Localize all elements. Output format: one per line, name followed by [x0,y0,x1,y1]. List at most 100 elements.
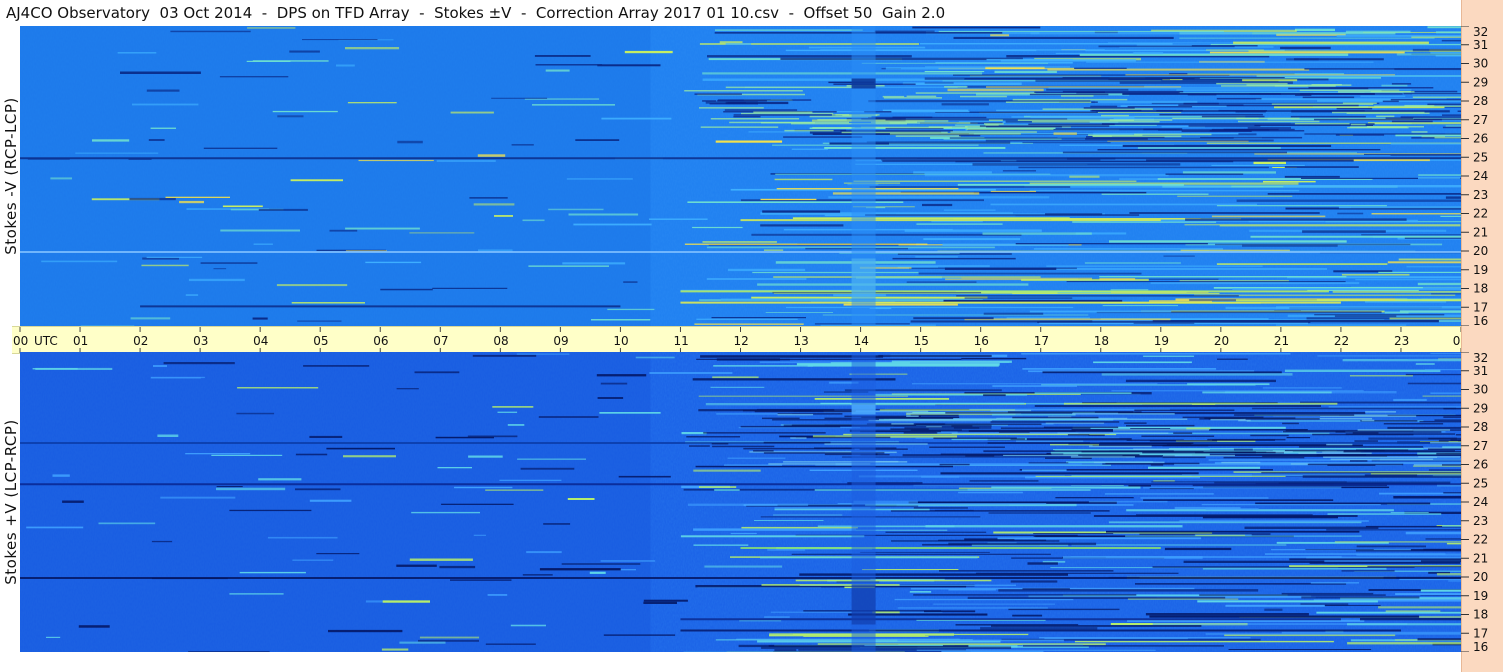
emission-streak [1097,149,1381,151]
emission-streak [916,223,1003,225]
emission-streak [1300,93,1403,95]
emission-streak [526,551,562,554]
emission-streak [1090,105,1118,108]
emission-streak [1136,514,1313,517]
emission-band [20,251,1461,253]
emission-streak [1418,176,1461,179]
emission-streak [1337,212,1364,215]
emission-streak [1282,75,1461,77]
emission-streak [1378,606,1461,609]
emission-streak [1071,544,1287,546]
emission-streak [1434,419,1461,421]
emission-streak [1165,173,1244,175]
emission-streak [1126,509,1394,512]
emission-streak [792,633,1029,636]
top-frequency-ticks: 1617 18 19 20 21 22 23 24 25 26 27 28 29 30 3132 [1461,25,1488,328]
bottom-frequency-ticks: 1617 18 19 20 21 22 23 24 25 26 27 28 29 30 3132 [1461,351,1488,654]
emission-streak [1184,224,1220,226]
emission-streak [1336,35,1461,37]
emission-streak [1008,608,1120,611]
emission-streak [1085,138,1148,140]
emission-streak [1101,373,1293,376]
frequency-tick-label: 21 [1473,225,1488,239]
emission-streak [774,178,833,181]
emission-streak [1413,118,1461,120]
emission-streak [1387,261,1461,264]
emission-streak [1062,151,1287,154]
emission-streak [649,372,733,374]
emission-streak [958,491,1023,494]
emission-streak [1350,123,1366,126]
emission-streak [1390,142,1461,145]
time-tick-label: 05 [313,334,328,348]
emission-streak [862,569,959,571]
emission-streak [1421,560,1461,563]
emission-streak [1427,26,1461,29]
emission-streak [600,560,656,562]
emission-streak [1126,424,1195,427]
emission-streak [1028,123,1115,126]
emission-streak [358,159,434,162]
emission-streak [716,358,780,361]
emission-streak [953,36,1174,39]
emission-streak [1148,466,1261,469]
emission-streak [1391,83,1412,85]
emission-streak [450,579,512,581]
emission-streak [1063,402,1338,405]
emission-streak [437,467,472,469]
emission-streak [607,308,655,311]
emission-streak [956,295,1239,297]
emission-streak [696,318,798,320]
night-region [20,352,651,652]
emission-streak [994,70,1057,73]
emission-streak [1312,433,1414,436]
emission-streak [1133,322,1195,324]
emission-streak [1012,416,1099,419]
emission-streak [1134,133,1212,136]
bottom-panel-y-label: Stokes +V (LCP-RCP) [0,352,22,652]
time-tick-label: 14 [854,334,869,348]
emission-streak [303,365,370,367]
emission-streak [824,147,1006,149]
emission-streak [681,432,707,435]
emission-streak [1141,435,1215,437]
emission-streak [380,288,433,291]
emission-streak [1428,437,1461,440]
emission-streak [494,215,513,217]
emission-streak [1035,79,1279,82]
emission-streak [1442,464,1461,466]
emission-streak [966,128,1054,130]
emission-streak [510,624,546,627]
emission-streak [117,52,157,54]
emission-streak [1162,456,1206,459]
emission-streak [1012,98,1128,101]
emission-streak [991,625,1202,627]
emission-streak [1398,258,1461,261]
emission-streak [1072,413,1175,415]
emission-streak [473,203,515,206]
emission-streak [469,197,508,199]
emission-streak [725,43,752,45]
emission-streak [762,417,800,420]
emission-streak [1406,265,1461,268]
emission-streak [895,135,961,137]
frequency-tick-label: 23 [1473,188,1488,202]
emission-streak [1145,613,1309,616]
interference-marker [851,404,876,415]
emission-streak [1140,497,1269,499]
time-tick-label: 13 [794,334,809,348]
emission-streak [1412,96,1461,98]
top-spectrogram-plot [20,26,1461,326]
emission-streak [229,509,312,512]
emission-streak [950,131,1037,133]
emission-streak [1094,100,1198,104]
emission-streak [1055,497,1134,499]
emission-streak [211,454,283,456]
emission-streak [1187,93,1217,96]
emission-streak [409,558,473,561]
emission-streak [290,179,343,182]
emission-streak [948,542,1097,546]
emission-streak [396,388,419,390]
emission-streak [824,443,928,445]
emission-band [140,305,621,308]
